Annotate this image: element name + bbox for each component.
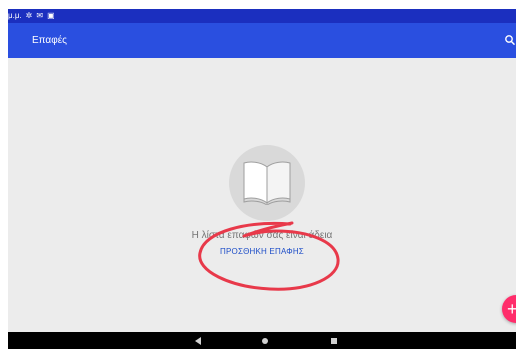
home-icon[interactable] <box>260 336 270 346</box>
add-contact-button[interactable]: ΠΡΟΣΘΗΚΗ ΕΠΑΦΗΣ <box>8 247 516 256</box>
status-time: μ.μ. <box>8 11 22 20</box>
contacts-list-empty: Η λίστα επαφών σας είναι άδεια ΠΡΟΣΘΗΚΗ … <box>8 58 516 332</box>
image-icon: ▣ <box>47 11 55 20</box>
page-title: Επαφές <box>32 35 67 46</box>
recents-icon[interactable] <box>329 336 339 346</box>
status-bar: μ.μ. ✲ ✉ ▣ <box>8 9 516 23</box>
book-icon <box>243 161 291 205</box>
search-icon[interactable] <box>504 33 516 47</box>
app-bar: Επαφές <box>8 23 516 58</box>
empty-list-message: Η λίστα επαφών σας είναι άδεια <box>191 230 333 241</box>
plus-icon: + <box>507 299 516 319</box>
navigation-bar <box>8 332 516 349</box>
device-screen: μ.μ. ✲ ✉ ▣ Επαφές Η λίστα επαφών σας είν… <box>8 9 516 349</box>
gear-icon: ✲ <box>25 11 33 20</box>
mail-icon: ✉ <box>36 11 44 20</box>
empty-state-illustration <box>229 145 305 221</box>
back-icon[interactable] <box>193 336 203 346</box>
